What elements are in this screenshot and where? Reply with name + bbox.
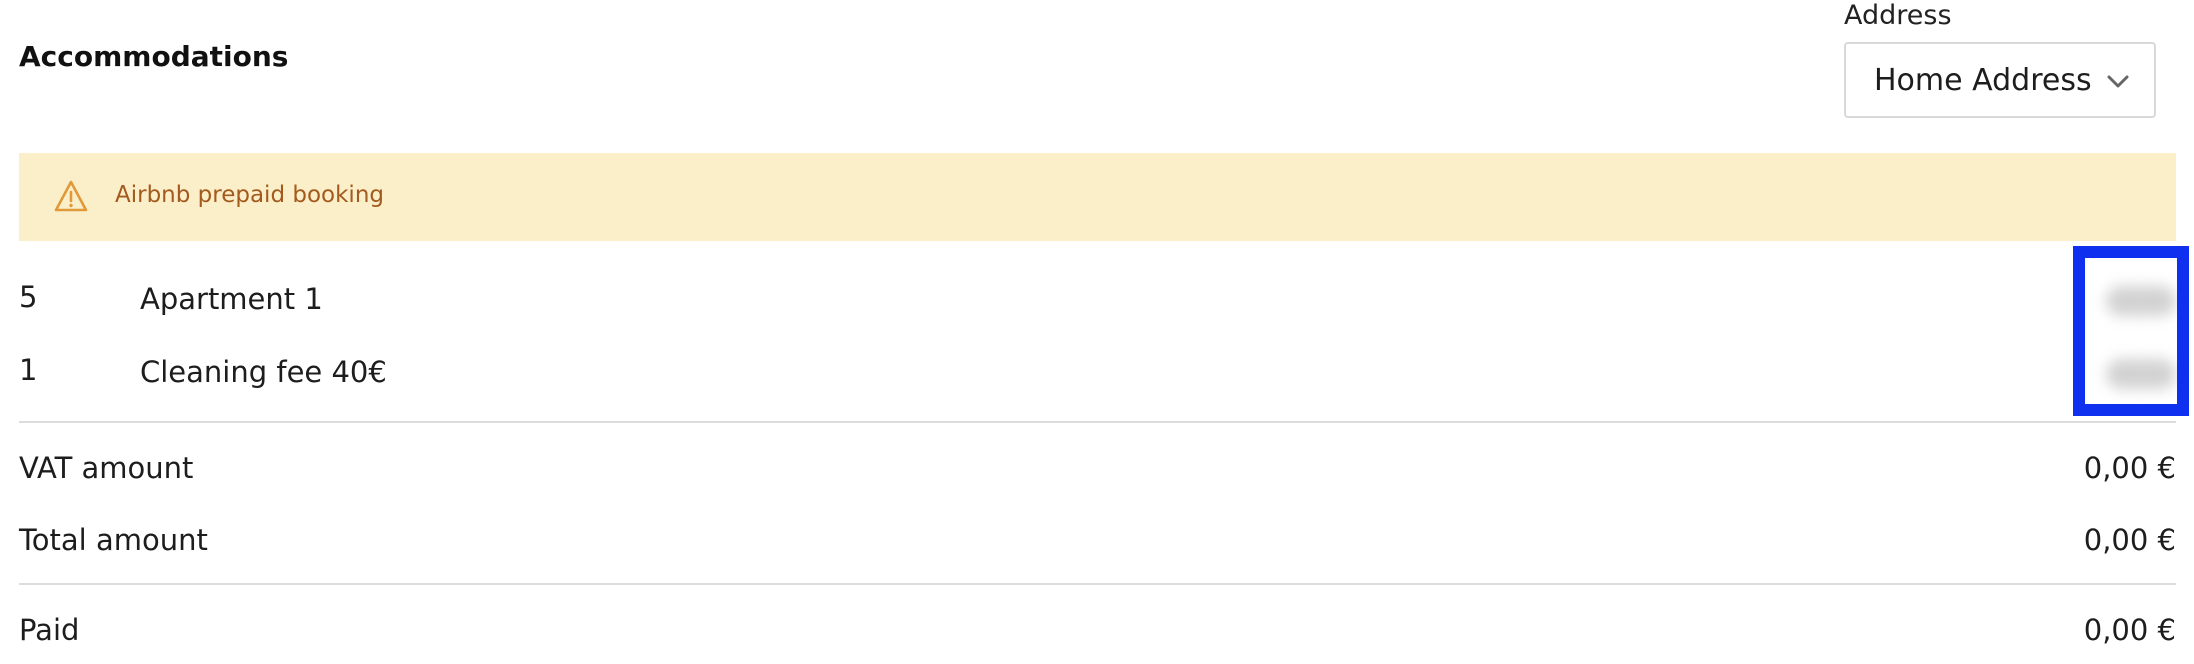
paid-row: Paid 0,00 € (19, 613, 2176, 657)
chevron-down-icon (2107, 75, 2129, 88)
line-item-qty: 1 (19, 353, 38, 387)
accommodations-panel: Accommodations Address Home Address Airb… (0, 0, 2194, 664)
address-label: Address (1844, 0, 1952, 31)
paid-label: Paid (19, 613, 80, 647)
total-amount: 0,00 € (2083, 523, 2176, 557)
vat-amount: 0,00 € (2083, 451, 2176, 485)
vat-row: VAT amount 0,00 € (19, 451, 2176, 495)
vat-label: VAT amount (19, 451, 194, 485)
line-item: 5 Apartment 1 (19, 280, 2176, 328)
line-item-description: Cleaning fee 40€ (140, 355, 387, 389)
line-item-description: Apartment 1 (140, 282, 323, 316)
warning-triangle-icon (54, 180, 88, 212)
alert-text: Airbnb prepaid booking (115, 182, 384, 208)
price-highlight-box (2073, 246, 2189, 416)
section-title: Accommodations (19, 40, 289, 73)
total-row: Total amount 0,00 € (19, 523, 2176, 567)
line-item: 1 Cleaning fee 40€ (19, 353, 2176, 401)
address-select[interactable]: Home Address (1844, 42, 2156, 118)
divider (19, 421, 2176, 423)
total-label: Total amount (19, 523, 208, 557)
prepaid-booking-alert: Airbnb prepaid booking (19, 153, 2176, 241)
address-select-value: Home Address (1874, 62, 2092, 98)
line-item-qty: 5 (19, 280, 38, 314)
divider (19, 583, 2176, 585)
paid-amount: 0,00 € (2083, 613, 2176, 647)
